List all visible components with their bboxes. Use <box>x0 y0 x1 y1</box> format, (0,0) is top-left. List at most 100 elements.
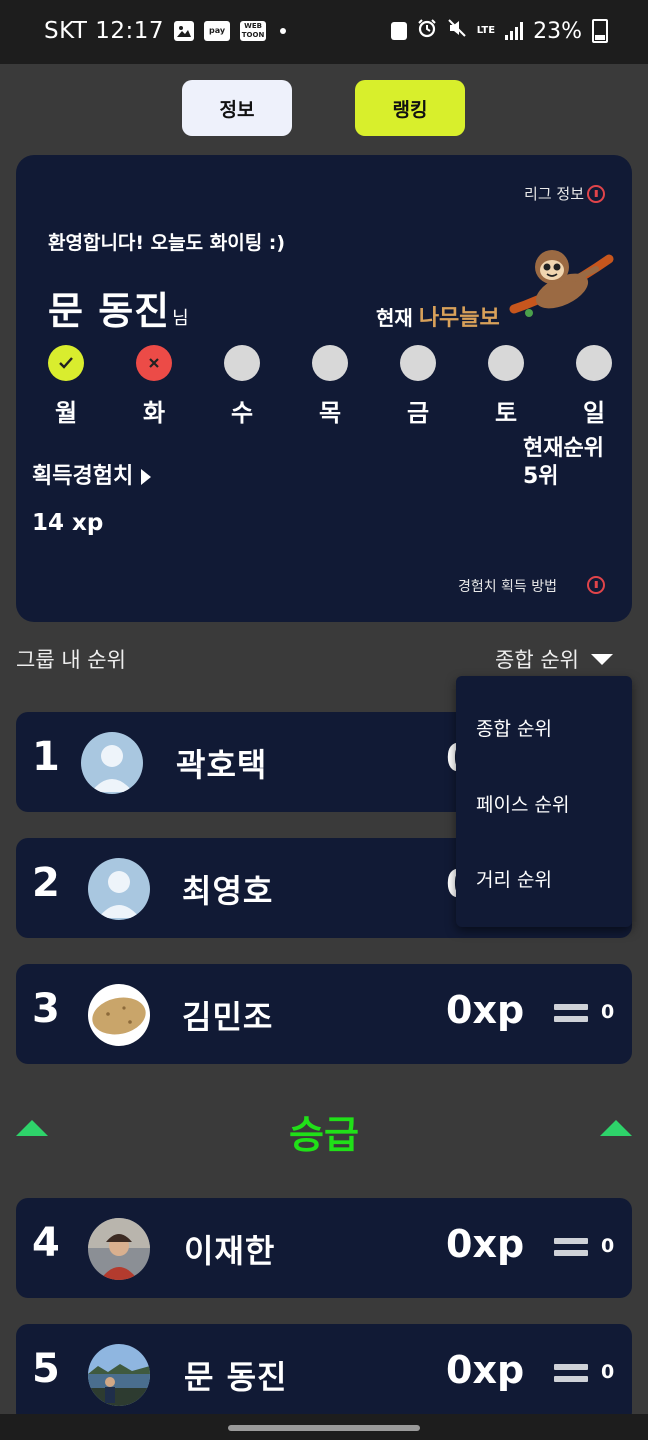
rank-number: 4 <box>32 1220 60 1266</box>
default-avatar-icon <box>88 858 150 920</box>
day-sat: 토 <box>481 345 531 428</box>
tab-ranking[interactable]: 랭킹 <box>355 80 465 136</box>
alarm-icon <box>390 22 407 40</box>
webtoon-icon: WEB TOON <box>240 21 267 41</box>
status-right: LTE 23% <box>390 18 608 44</box>
up-arrow-icon <box>600 1120 632 1136</box>
navigation-bar <box>0 1414 648 1440</box>
caret-down-icon <box>590 653 613 665</box>
group-ranking-title: 그룹 내 순위 <box>16 648 126 672</box>
current-label: 현재 <box>376 306 413 330</box>
battery-icon <box>592 19 608 43</box>
day-label: 목 <box>318 399 342 427</box>
sort-select[interactable]: 종합 순위 <box>495 644 613 674</box>
play-arrow-icon <box>141 469 152 485</box>
pay-icon: pay <box>204 21 231 41</box>
day-label: 토 <box>494 399 518 427</box>
lte-icon: LTE <box>477 26 495 36</box>
sort-selected-label: 종합 순위 <box>495 648 579 672</box>
xp-title: 획득경험치 <box>32 464 134 489</box>
status-bar: SKT 12:17 pay WEB TOON LTE 23% <box>0 0 648 64</box>
rank-change: 0 <box>601 1235 615 1257</box>
member-name: 최영호 <box>182 872 274 910</box>
empty-circle-icon <box>400 345 436 381</box>
default-avatar-icon <box>81 732 143 794</box>
member-xp: 0xp <box>446 1222 525 1266</box>
tier-name: 나무늘보 <box>418 306 500 331</box>
potato-avatar-icon <box>88 984 150 1046</box>
sort-dropdown-menu: 종합 순위 페이스 순위 거리 순위 <box>456 676 632 927</box>
home-gesture-handle[interactable] <box>228 1425 420 1431</box>
promotion-label: 승급 <box>289 1113 359 1157</box>
tab-info[interactable]: 정보 <box>182 80 292 136</box>
no-change-icon <box>554 1238 588 1262</box>
sloth-mascot-icon <box>509 250 614 317</box>
day-label: 화 <box>142 399 166 427</box>
day-label: 금 <box>406 399 430 427</box>
name-suffix: 님 <box>172 308 190 329</box>
xp-method-info-icon[interactable] <box>587 576 605 594</box>
member-name: 문 동진 <box>184 1358 288 1396</box>
lte-label: LTE <box>476 25 496 36</box>
rank-number: 3 <box>32 986 60 1032</box>
day-sun: 일 <box>569 345 619 428</box>
rank-change: 0 <box>601 1001 615 1023</box>
day-tue: 화 <box>129 345 179 428</box>
status-left: SKT 12:17 pay WEB TOON <box>44 18 287 44</box>
rank-number: 2 <box>32 860 60 906</box>
sort-option-total[interactable]: 종합 순위 <box>476 714 552 741</box>
xp-value: 14 xp <box>32 510 104 536</box>
current-tier: 현재 나무늘보 <box>376 300 500 332</box>
day-fri: 금 <box>393 345 443 428</box>
member-name: 김민조 <box>182 998 274 1036</box>
rank-change: 0 <box>601 1361 615 1383</box>
lake-avatar-icon <box>88 1344 150 1406</box>
empty-circle-icon <box>576 345 612 381</box>
battery-percent: 23% <box>533 18 582 44</box>
mute-icon <box>447 18 467 44</box>
carrier-time: SKT 12:17 <box>44 18 165 44</box>
member-xp: 0xp <box>446 988 525 1032</box>
member-name: 곽호택 <box>176 746 268 784</box>
ranking-row[interactable]: 5 문 동진 0xp 0 <box>16 1324 632 1424</box>
close-icon <box>136 345 172 381</box>
rank-number: 5 <box>32 1346 60 1392</box>
sort-option-pace[interactable]: 페이스 순위 <box>476 790 569 817</box>
xp-method-link[interactable]: 경험치 획득 방법 <box>458 576 557 596</box>
promotion-divider: 승급 <box>0 1100 648 1160</box>
league-info-icon[interactable] <box>587 185 605 203</box>
member-name: 이재한 <box>184 1232 276 1270</box>
empty-circle-icon <box>312 345 348 381</box>
user-name-block: 문 동진 님 <box>48 280 190 335</box>
xp-title-button[interactable]: 획득경험치 <box>32 458 152 490</box>
check-icon <box>48 345 84 381</box>
ranking-row[interactable]: 4 이재한 0xp 0 <box>16 1198 632 1298</box>
profile-card: 리그 정보 환영합니다! 오늘도 화이팅 :) 문 동진 님 현재 나무늘보 월 화 <box>16 155 632 622</box>
webtoon-label: WEB TOON <box>241 22 265 39</box>
current-rank: 현재순위 5위 <box>523 435 604 491</box>
sort-option-distance[interactable]: 거리 순위 <box>476 865 552 892</box>
empty-circle-icon <box>224 345 260 381</box>
weekly-attendance: 월 화 수 목 금 토 일 <box>36 345 626 428</box>
day-wed: 수 <box>217 345 267 428</box>
empty-circle-icon <box>488 345 524 381</box>
no-change-icon <box>554 1364 588 1388</box>
ranking-row[interactable]: 3 김민조 0xp 0 <box>16 964 632 1064</box>
league-info-link[interactable]: 리그 정보 <box>524 183 584 204</box>
member-xp: 0xp <box>446 1348 525 1392</box>
clock-alarm-icon <box>417 18 437 44</box>
day-label: 일 <box>582 399 606 427</box>
person-avatar-icon <box>88 1218 150 1280</box>
welcome-message: 환영합니다! 오늘도 화이팅 :) <box>48 232 286 254</box>
notification-dot <box>280 28 287 34</box>
gallery-icon <box>174 21 195 41</box>
day-mon: 월 <box>41 345 91 428</box>
signal-icon <box>505 22 524 40</box>
rank-number: 1 <box>32 734 60 780</box>
rank-value: 5위 <box>523 464 559 489</box>
no-change-icon <box>554 1004 588 1028</box>
day-label: 수 <box>230 399 254 427</box>
user-name: 문 동진 <box>48 289 171 333</box>
day-thu: 목 <box>305 345 355 428</box>
rank-label: 현재순위 <box>523 436 604 461</box>
